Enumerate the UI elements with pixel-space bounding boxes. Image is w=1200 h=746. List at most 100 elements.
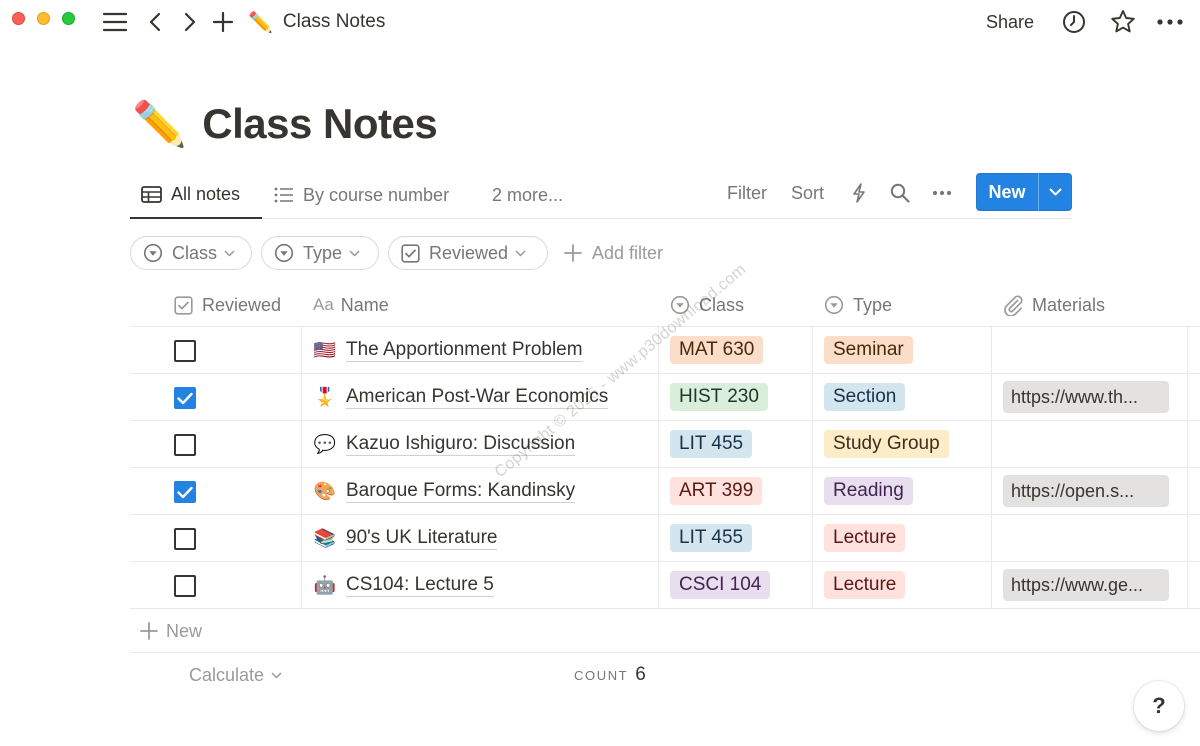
reviewed-checkbox[interactable]	[174, 528, 196, 550]
back-arrow-icon[interactable]	[145, 8, 165, 36]
count-value: 6	[635, 664, 646, 685]
materials-link[interactable]: https://www.ge...	[1003, 569, 1169, 601]
reviewed-checkbox[interactable]	[174, 340, 196, 362]
type-tag[interactable]: Lecture	[824, 524, 906, 552]
column-header-name[interactable]: Aa Name	[313, 284, 389, 326]
filter-chip-type-label: Type	[303, 242, 343, 263]
calculate-label: Calculate	[189, 664, 265, 685]
note-name-cell[interactable]: 🎨 Baroque Forms: Kandinsky	[313, 468, 576, 514]
minimize-window-button[interactable]	[37, 12, 50, 25]
class-tag[interactable]: ART 399	[670, 477, 763, 505]
filter-chip-type[interactable]: Type	[261, 236, 379, 270]
sort-button[interactable]: Sort	[791, 172, 824, 214]
filter-chip-reviewed[interactable]: Reviewed	[388, 236, 548, 270]
note-name-cell[interactable]: 🎖️ American Post-War Economics	[313, 374, 609, 420]
filter-chip-class[interactable]: Class	[130, 236, 252, 270]
table-row[interactable]: 📚 90's UK Literature LIT 455 Lecture	[130, 515, 1200, 562]
note-name-link[interactable]: CS104: Lecture 5	[346, 574, 494, 597]
materials-link[interactable]: https://www.th...	[1003, 381, 1169, 413]
table-row[interactable]: 💬 Kazuo Ishiguro: Discussion LIT 455 Study …	[130, 421, 1200, 468]
maximize-window-button[interactable]	[62, 12, 75, 25]
help-button[interactable]: ?	[1134, 681, 1184, 731]
column-divider	[991, 327, 992, 609]
reviewed-checkbox[interactable]	[174, 434, 196, 456]
note-name-link[interactable]: 90's UK Literature	[346, 527, 498, 550]
chevron-down-icon	[515, 249, 526, 257]
chevron-down-icon	[224, 249, 235, 257]
plus-icon	[140, 622, 158, 640]
tab-all-notes-label: All notes	[171, 184, 241, 204]
add-filter-button[interactable]: Add filter	[564, 236, 663, 270]
page-icon-pencil[interactable]: ✏️	[132, 98, 187, 150]
tab-by-course-label: By course number	[303, 184, 450, 205]
page-title[interactable]: ✏️ Class Notes	[132, 96, 438, 152]
column-header-type[interactable]: Type	[824, 284, 892, 326]
note-name-cell[interactable]: 📚 90's UK Literature	[313, 515, 498, 561]
column-header-reviewed[interactable]: Reviewed	[174, 284, 281, 326]
view-options-icon[interactable]	[932, 172, 952, 214]
column-header-materials[interactable]: Materials	[1003, 284, 1105, 326]
column-divider	[1187, 327, 1188, 609]
note-name-link[interactable]: Kazuo Ishiguro: Discussion	[346, 433, 576, 456]
favorite-star-icon[interactable]	[1109, 8, 1137, 36]
checkbox-icon	[174, 295, 193, 315]
count-summary[interactable]: COUNT 6	[574, 664, 646, 686]
reviewed-checkbox[interactable]	[174, 575, 196, 597]
materials-link[interactable]: https://open.s...	[1003, 475, 1169, 507]
view-bar: All notes By course number 2 more... Fil…	[130, 172, 1072, 219]
text-type-icon: Aa	[313, 295, 334, 314]
note-name-link[interactable]: The Apportionment Problem	[346, 339, 583, 362]
note-name-link[interactable]: American Post-War Economics	[346, 386, 609, 409]
updates-clock-icon[interactable]	[1061, 8, 1087, 36]
chevron-down-icon[interactable]	[1039, 188, 1072, 196]
class-tag[interactable]: LIT 455	[670, 430, 753, 458]
reviewed-checkbox[interactable]	[174, 481, 196, 503]
table-row[interactable]: 🤖 CS104: Lecture 5 CSCI 104 Lecture https://…	[130, 562, 1200, 609]
close-window-button[interactable]	[12, 12, 25, 25]
class-tag[interactable]: MAT 630	[670, 336, 764, 364]
table-row[interactable]: 🇺🇸 The Apportionment Problem MAT 630 Semina…	[130, 327, 1200, 374]
type-tag[interactable]: Seminar	[824, 336, 913, 364]
reviewed-checkbox[interactable]	[174, 387, 196, 409]
forward-arrow-icon[interactable]	[180, 8, 200, 36]
note-emoji-icon: 📚	[313, 527, 337, 548]
more-options-icon[interactable]	[1156, 8, 1184, 36]
new-page-plus-icon[interactable]	[212, 8, 234, 36]
page-title-text: Class Notes	[202, 100, 438, 147]
type-tag[interactable]: Lecture	[824, 571, 906, 599]
new-button[interactable]: New	[976, 173, 1072, 211]
table-header: Reviewed Aa Name Class Type Materials	[130, 284, 1200, 327]
more-views-button[interactable]: 2 more...	[492, 172, 563, 218]
table-row[interactable]: 🎨 Baroque Forms: Kandinsky ART 399 Reading h…	[130, 468, 1200, 515]
table-icon	[141, 186, 162, 203]
type-tag[interactable]: Section	[824, 383, 906, 411]
note-name-cell[interactable]: 🇺🇸 The Apportionment Problem	[313, 327, 583, 373]
type-tag[interactable]: Study Group	[824, 430, 949, 458]
plus-icon	[564, 244, 582, 262]
share-button[interactable]: Share	[986, 8, 1034, 36]
breadcrumb[interactable]: ✏️ Class Notes	[248, 8, 385, 36]
select-icon	[824, 295, 844, 315]
type-tag[interactable]: Reading	[824, 477, 913, 505]
column-header-materials-label: Materials	[1032, 294, 1106, 315]
class-tag[interactable]: LIT 455	[670, 524, 753, 552]
sidebar-menu-icon[interactable]	[102, 8, 128, 36]
select-icon	[274, 243, 294, 263]
note-name-cell[interactable]: 💬 Kazuo Ishiguro: Discussion	[313, 421, 576, 467]
column-header-class[interactable]: Class	[670, 284, 744, 326]
tab-by-course-number[interactable]: By course number	[274, 172, 449, 218]
automation-lightning-icon[interactable]	[851, 172, 867, 214]
filter-button[interactable]: Filter	[727, 172, 767, 214]
tab-all-notes[interactable]: All notes	[130, 172, 262, 219]
add-new-row-button[interactable]: New	[140, 620, 202, 642]
calculate-button[interactable]: Calculate	[189, 664, 282, 686]
add-new-row-label: New	[166, 620, 203, 641]
table-row[interactable]: 🎖️ American Post-War Economics HIST 230 Sec…	[130, 374, 1200, 421]
filter-chip-class-label: Class	[172, 242, 218, 263]
note-name-link[interactable]: Baroque Forms: Kandinsky	[346, 480, 576, 503]
class-tag[interactable]: CSCI 104	[670, 571, 771, 599]
column-divider	[812, 327, 813, 609]
class-tag[interactable]: HIST 230	[670, 383, 768, 411]
note-name-cell[interactable]: 🤖 CS104: Lecture 5	[313, 562, 494, 608]
search-icon[interactable]	[890, 172, 910, 214]
